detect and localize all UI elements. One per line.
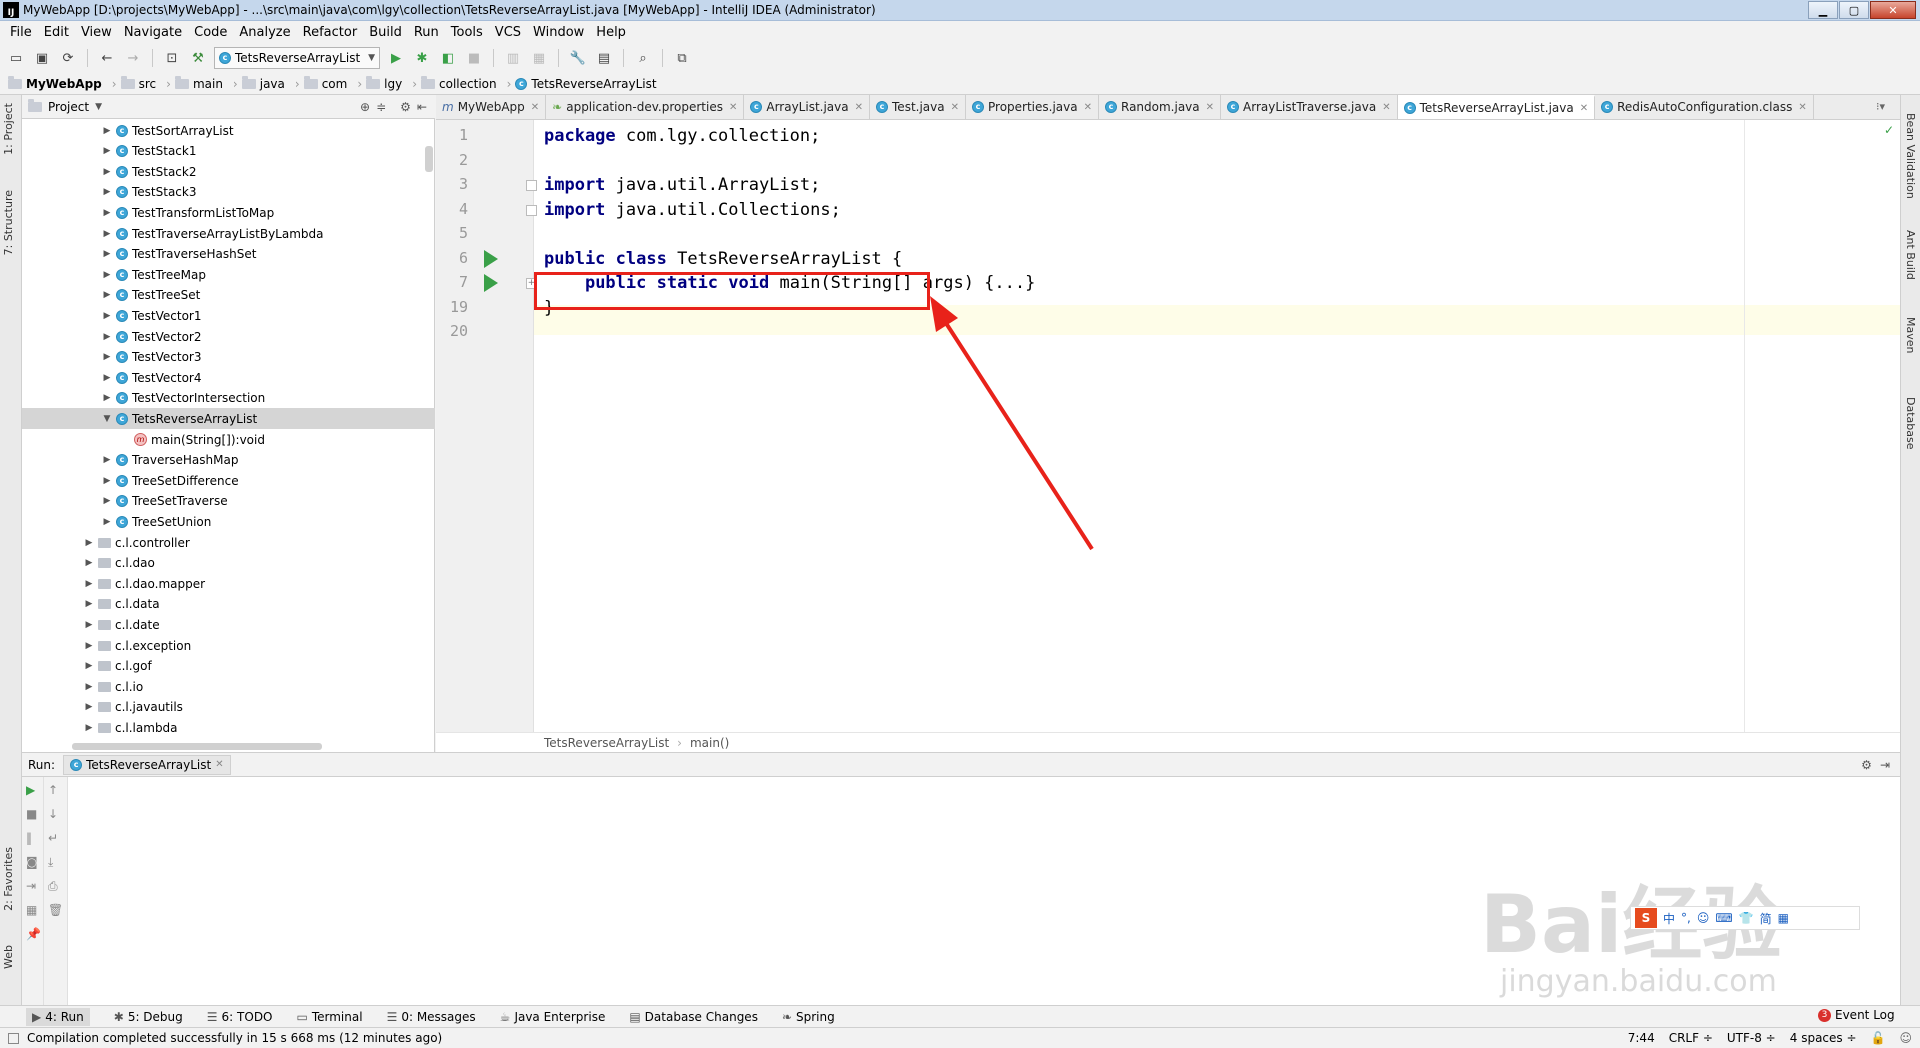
sogou-ime-icon[interactable]: S bbox=[1635, 908, 1657, 928]
ime-skin-icon[interactable]: 👕 bbox=[1739, 911, 1754, 925]
ime-menu-icon[interactable]: ▦ bbox=[1778, 911, 1789, 925]
ime-toolbar[interactable]: S 中 °, ☺ ⌨ 👕 简 ▦ bbox=[1630, 906, 1860, 930]
ime-mode-icon[interactable]: 中 bbox=[1663, 910, 1675, 927]
ime-punct-icon[interactable]: °, bbox=[1681, 911, 1691, 925]
ime-emoji-icon[interactable]: ☺ bbox=[1697, 911, 1710, 925]
ime-simplified-icon[interactable]: 简 bbox=[1760, 910, 1772, 927]
annotation-arrow bbox=[930, 296, 1094, 551]
ime-keyboard-icon[interactable]: ⌨ bbox=[1715, 911, 1732, 925]
